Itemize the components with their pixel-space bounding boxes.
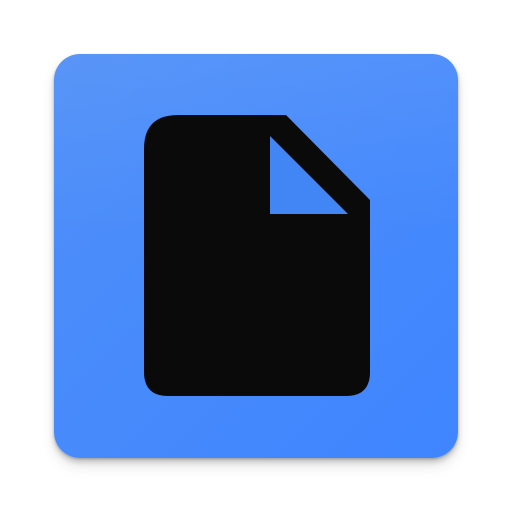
document-page-shape — [144, 115, 370, 396]
app-icon[interactable] — [54, 54, 458, 458]
launcher-stage — [0, 0, 512, 512]
document-icon — [144, 115, 370, 396]
